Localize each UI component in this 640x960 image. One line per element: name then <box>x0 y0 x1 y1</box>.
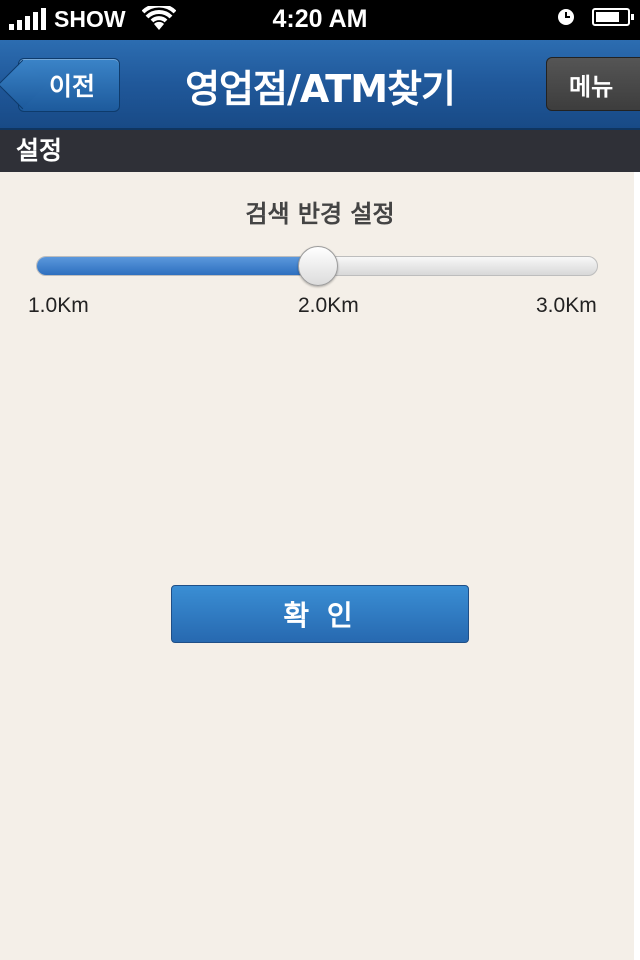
tick-label-max: 3.0Km <box>536 294 597 317</box>
tick-label-mid: 2.0Km <box>298 294 359 317</box>
slider-thumb[interactable] <box>298 246 338 286</box>
right-edge <box>634 172 640 960</box>
back-button-label: 이전 <box>48 72 95 101</box>
status-time: 4:20 AM <box>272 5 368 33</box>
slider-fill <box>37 257 318 275</box>
status-bar: SHOW 4:20 AM <box>0 0 640 40</box>
clock-icon <box>558 9 574 25</box>
battery-icon <box>592 8 634 26</box>
back-button[interactable]: 이전 <box>18 58 120 112</box>
menu-button[interactable]: 메뉴 <box>546 57 640 111</box>
radius-slider[interactable] <box>36 246 598 286</box>
confirm-button[interactable]: 확 인 <box>171 585 469 643</box>
radius-title: 검색 반경 설정 <box>245 200 395 228</box>
section-header: 설정 <box>0 130 640 172</box>
page-title: 영업점/ATM찾기 <box>185 67 456 111</box>
navigation-bar: 이전 영업점/ATM찾기 메뉴 <box>0 40 640 130</box>
tick-label-min: 1.0Km <box>28 294 89 317</box>
